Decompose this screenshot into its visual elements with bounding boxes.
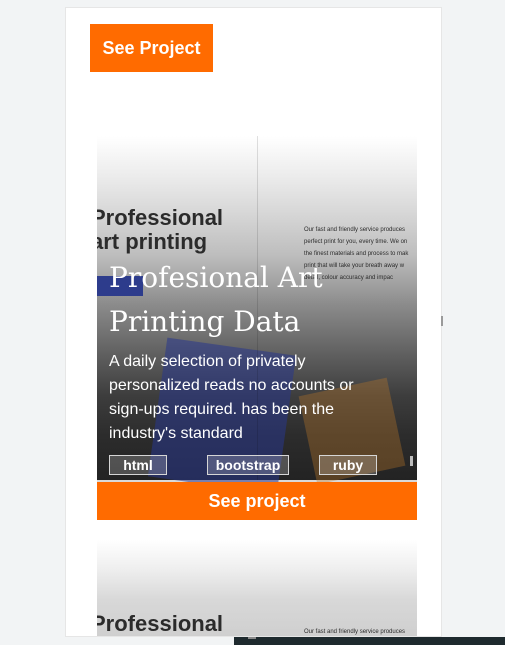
card-title-line: Printing Data (109, 305, 301, 338)
side-resize-handle[interactable] (441, 316, 443, 326)
card-description-line: A daily selection of privately (109, 353, 306, 370)
card-description: A daily selection of privately personali… (109, 350, 399, 446)
card-title-line: Profesional Art (109, 261, 323, 294)
card-title: Profesional Art Printing Data (109, 256, 409, 344)
tag-html: html (109, 455, 167, 475)
tag-ruby: ruby (319, 455, 377, 475)
see-project-button[interactable]: See project (97, 482, 417, 520)
card2-bg-paragraph: Our fast and friendly service produces (304, 629, 406, 635)
card-description-line: industry's standard (109, 425, 243, 442)
tag-list: html bootstrap ruby (109, 455, 409, 475)
phone-preview-frame: See Project Professional art printing Ou… (66, 8, 441, 636)
bg-image-paragraph-line: Our fast and friendly service produces (304, 227, 406, 233)
bg-image-title: Professional art printing (97, 206, 261, 254)
bottom-resize-handle[interactable] (248, 637, 256, 639)
card2-bg-title: Professional (97, 611, 224, 636)
bg-image-title-line: Professional (97, 205, 224, 230)
project-card: Professional art printing Our fast and f… (97, 136, 417, 520)
bg-image-paragraph-line: perfect print for you, every time. We on (304, 239, 408, 245)
project-card-2: Professional Our fast and friendly servi… (97, 540, 417, 636)
card-description-line: sign-ups required. has been the (109, 401, 335, 418)
scroll-indicator (410, 456, 413, 466)
bottom-strip (234, 637, 505, 645)
tag-bootstrap: bootstrap (207, 455, 289, 475)
see-project-top-button[interactable]: See Project (90, 24, 213, 72)
bg-image-title-line: art printing (97, 229, 208, 254)
card-description-line: personalized reads no accounts or (109, 377, 354, 394)
